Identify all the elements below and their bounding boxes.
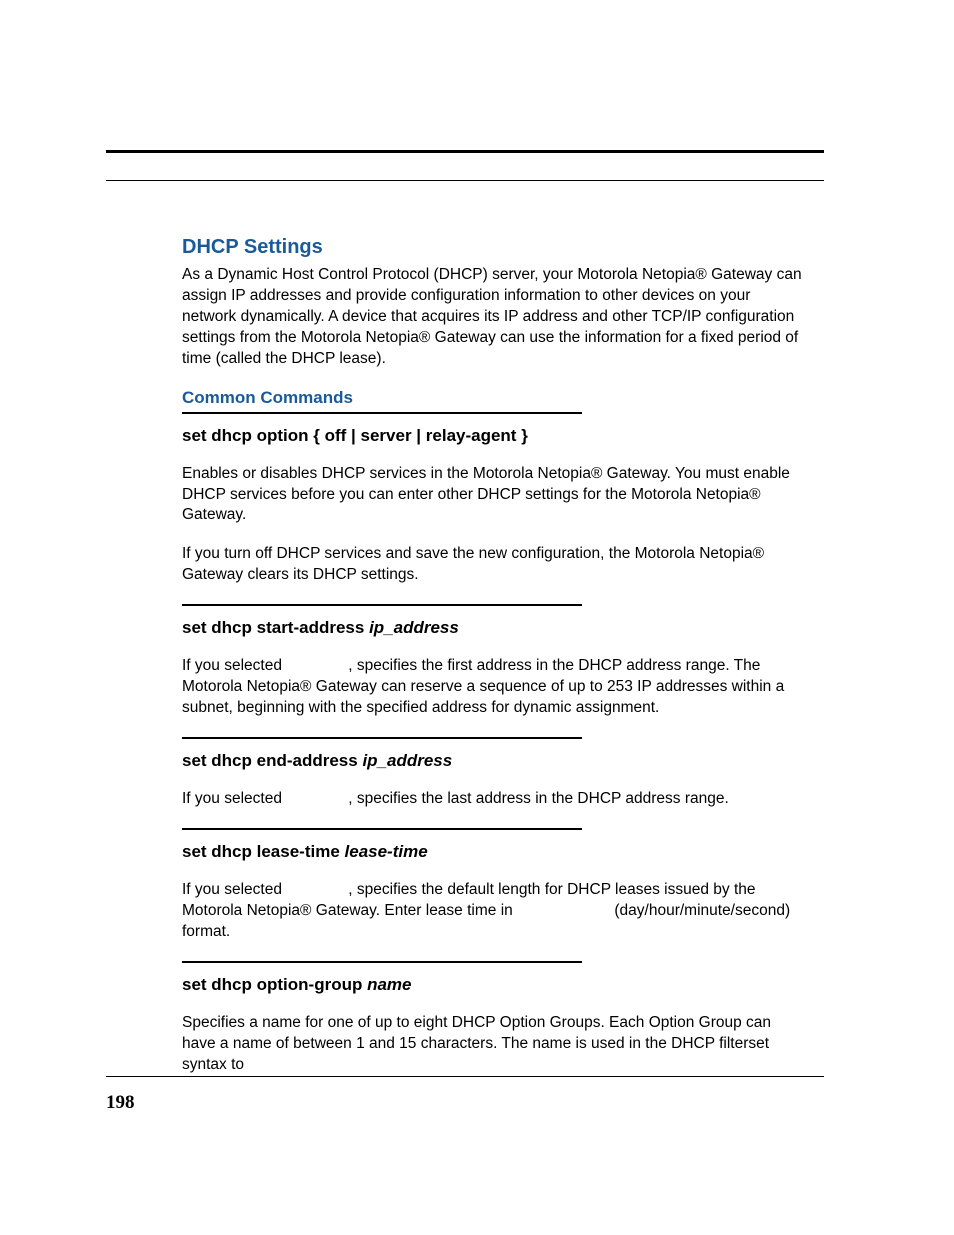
- command-paragraph: If you selected , specifies the first ad…: [182, 656, 802, 719]
- content-area: DHCP Settings As a Dynamic Host Control …: [182, 236, 802, 1093]
- command-heading-ital: ip_address: [362, 751, 452, 770]
- command-heading: set dhcp option { off | server | relay-a…: [182, 426, 802, 446]
- page: DHCP Settings As a Dynamic Host Control …: [0, 0, 954, 1235]
- divider: [182, 604, 582, 606]
- command-paragraph: Enables or disables DHCP services in the…: [182, 464, 802, 527]
- section-intro: As a Dynamic Host Control Protocol (DHCP…: [182, 265, 802, 370]
- command-heading: set dhcp end-address ip_address: [182, 751, 802, 771]
- header-rule-thin: [106, 180, 824, 181]
- section-title: DHCP Settings: [182, 236, 802, 259]
- command-heading: set dhcp start-address ip_address: [182, 618, 802, 638]
- divider: [182, 412, 582, 414]
- divider: [182, 961, 582, 963]
- command-heading-ital: lease-time: [345, 842, 428, 861]
- command-heading-plain: set dhcp lease-time: [182, 842, 345, 861]
- command-heading-plain: set dhcp end-address: [182, 751, 362, 770]
- command-heading: set dhcp option-group name: [182, 975, 802, 995]
- subsection-title: Common Commands: [182, 388, 802, 408]
- header-rule-thick: [106, 150, 824, 153]
- command-paragraph: If you turn off DHCP services and save t…: [182, 544, 802, 586]
- command-paragraph: If you selected , specifies the default …: [182, 880, 802, 943]
- divider: [182, 737, 582, 739]
- command-paragraph: Specifies a name for one of up to eight …: [182, 1013, 802, 1076]
- command-heading-plain: set dhcp option-group: [182, 975, 367, 994]
- divider: [182, 828, 582, 830]
- footer-rule: [106, 1076, 824, 1077]
- command-heading: set dhcp lease-time lease-time: [182, 842, 802, 862]
- command-heading-ital: name: [367, 975, 411, 994]
- command-paragraph: If you selected , specifies the last add…: [182, 789, 802, 810]
- command-heading-plain: set dhcp start-address: [182, 618, 369, 637]
- command-heading-plain: set dhcp option { off | server | relay-a…: [182, 426, 528, 445]
- command-heading-ital: ip_address: [369, 618, 459, 637]
- page-number: 198: [106, 1092, 135, 1114]
